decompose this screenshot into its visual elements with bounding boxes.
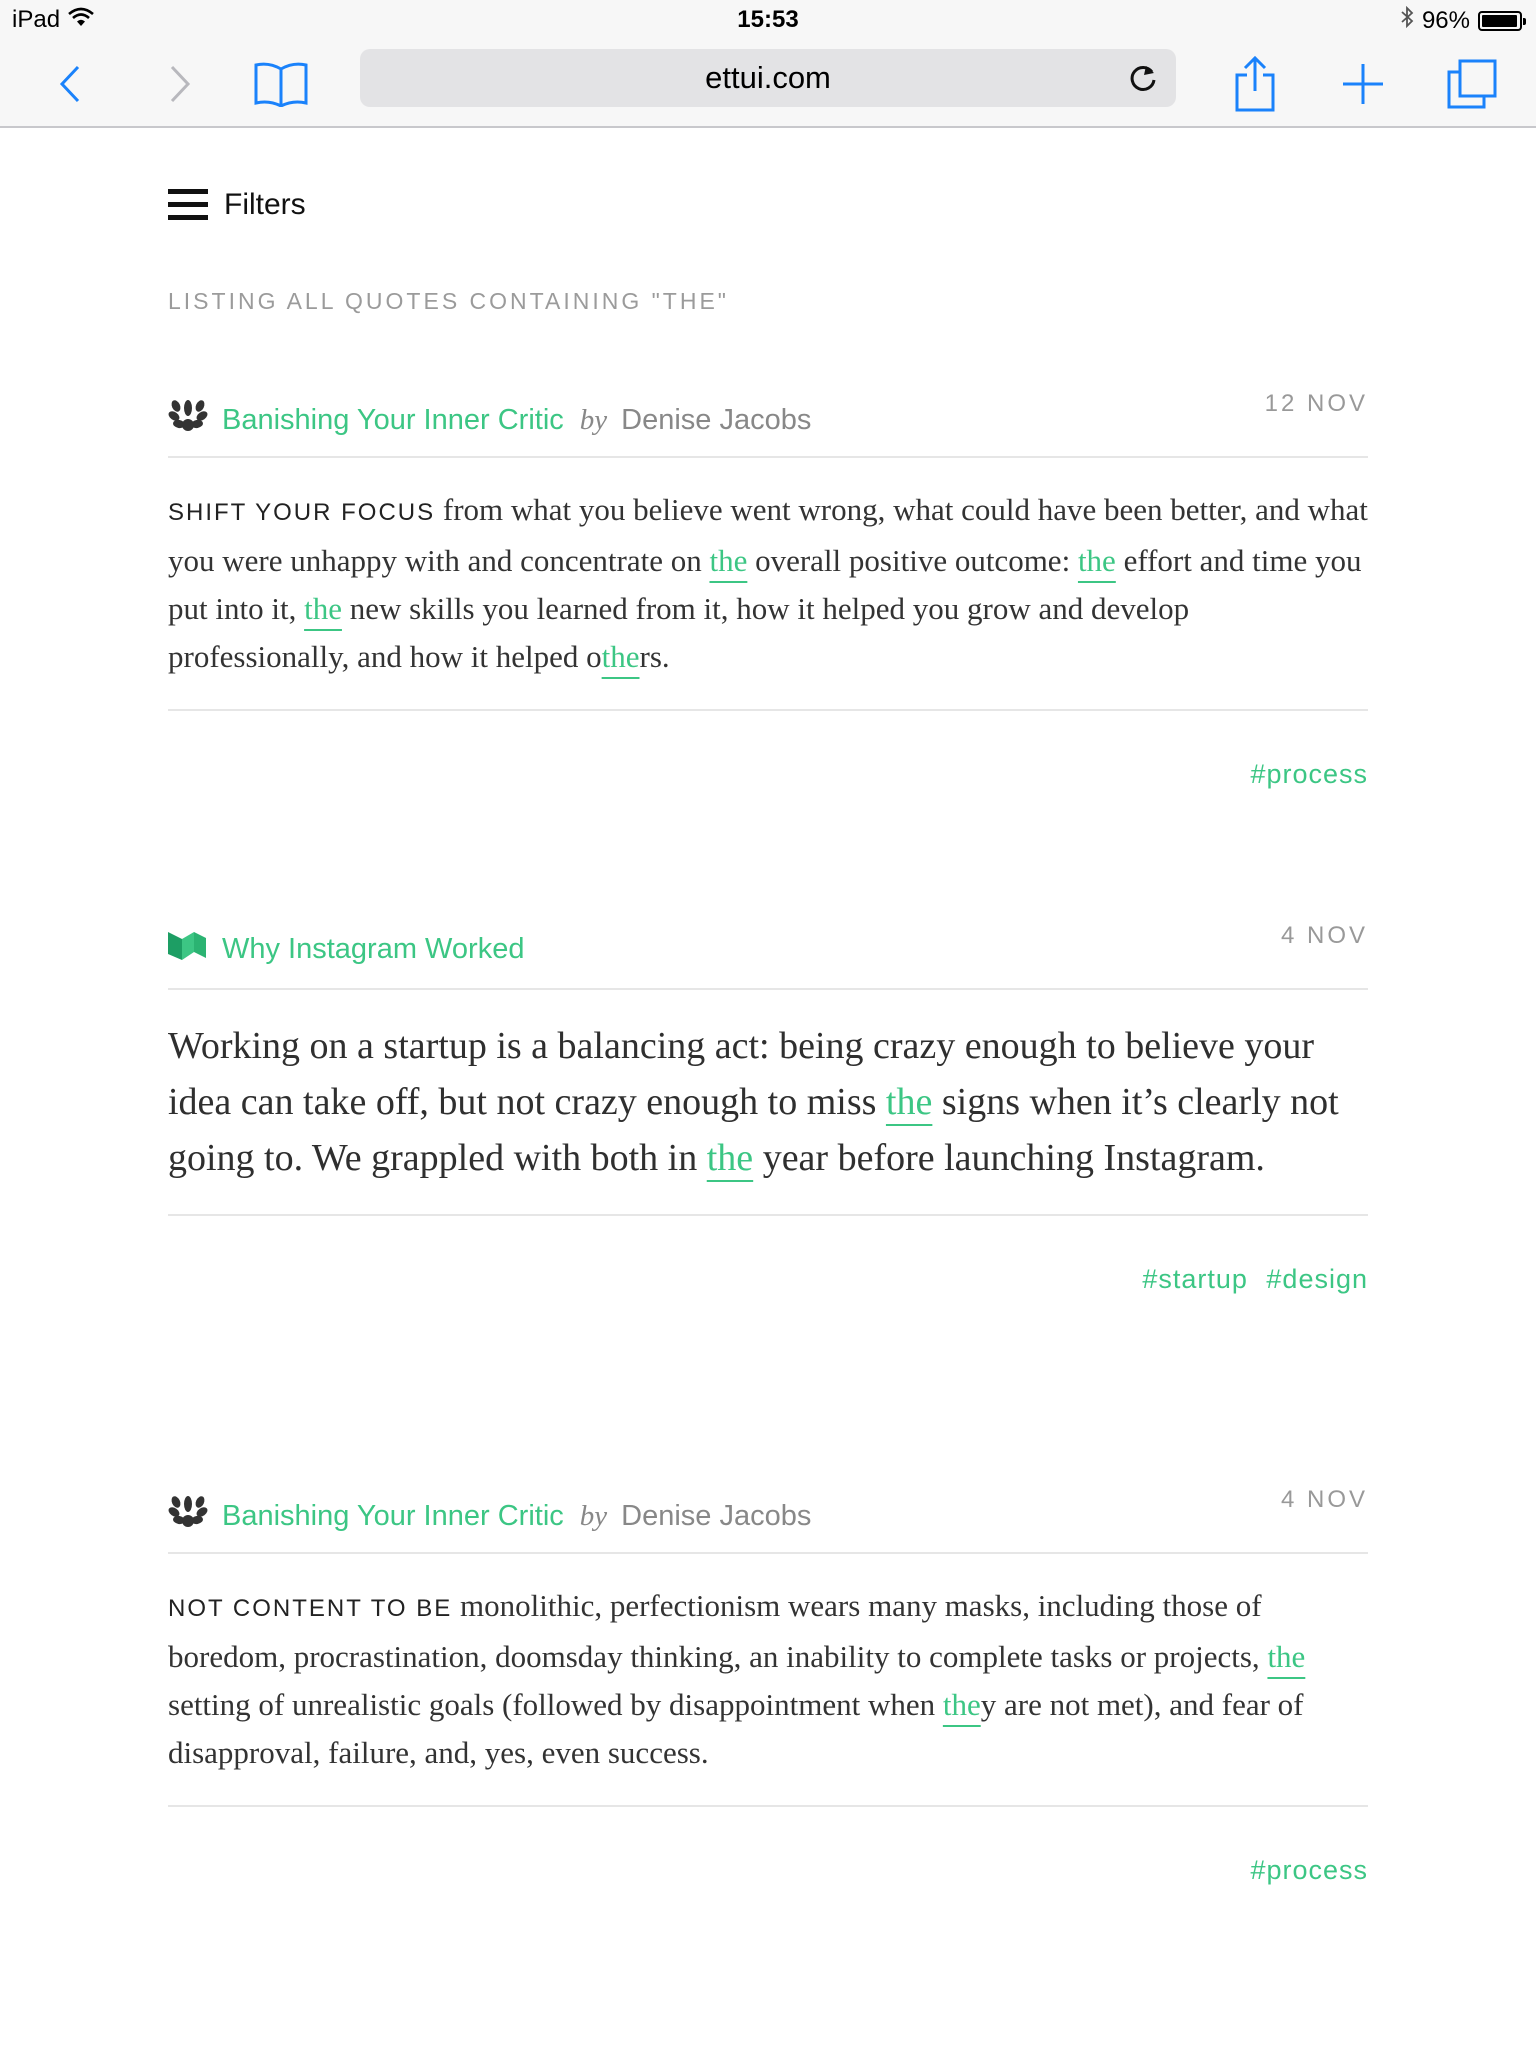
menu-icon — [168, 189, 208, 221]
author-name: Denise Jacobs — [621, 1499, 812, 1532]
battery-icon — [1478, 10, 1526, 31]
highlight-match: the — [601, 639, 640, 674]
battery-fill — [1482, 14, 1517, 27]
quote-date: 4 NOV — [1280, 1486, 1368, 1513]
author-name: Denise Jacobs — [621, 403, 812, 436]
source-title-link[interactable]: Why Instagram Worked — [222, 933, 524, 966]
quote-date: 4 NOV — [1280, 922, 1368, 949]
quote-segment: overall positive outcome: — [747, 543, 1078, 578]
medium-icon — [168, 930, 208, 968]
chevron-right-icon[interactable] — [160, 40, 200, 128]
source-title-link[interactable]: Banishing Your Inner Critic — [222, 404, 564, 437]
bluetooth-icon — [1400, 5, 1414, 35]
tag-list: #process — [168, 1855, 1368, 1886]
highlight-match: the — [709, 543, 748, 578]
quote-segment: rs. — [639, 639, 670, 674]
byline-word: by — [579, 1499, 608, 1532]
battery-percent: 96% — [1421, 6, 1470, 34]
filters-button[interactable]: Filters — [168, 188, 306, 222]
quote-header: Banishing Your Inner Critic by Denise Ja… — [168, 378, 1368, 458]
tag-link[interactable]: #design — [1266, 1264, 1368, 1294]
quote-header: Why Instagram Worked 4 NOV — [168, 910, 1368, 990]
quote-card: Why Instagram Worked 4 NOV Working on a … — [168, 910, 1368, 1295]
book-icon[interactable] — [252, 40, 310, 128]
quote-text: NOT CONTENT TO BE monolithic, perfection… — [168, 1554, 1368, 1807]
quote-card: Banishing Your Inner Critic by Denise Ja… — [168, 378, 1368, 790]
address-bar[interactable]: ettui.com — [360, 49, 1176, 107]
byline-word: by — [579, 403, 608, 436]
laurel-icon — [168, 398, 208, 442]
tag-link[interactable]: #process — [1250, 1855, 1368, 1885]
url-text: ettui.com — [705, 60, 831, 95]
quote-source: Banishing Your Inner Critic by Denise Ja… — [168, 1494, 811, 1538]
quote-lead: NOT CONTENT TO BE — [168, 1595, 453, 1622]
status-bar: iPad 15:53 96% — [0, 0, 1536, 40]
tag-list: #process — [168, 759, 1368, 790]
highlight-match: the — [1077, 543, 1116, 578]
quote-text: Working on a startup is a balancing act:… — [168, 990, 1368, 1216]
chevron-left-icon[interactable] — [50, 40, 90, 128]
tabs-icon[interactable] — [1444, 40, 1500, 128]
quote-source: Why Instagram Worked — [168, 930, 524, 968]
quote-lead: SHIFT YOUR FOCUS — [168, 499, 436, 526]
clock: 15:53 — [737, 6, 799, 33]
quote-header: Banishing Your Inner Critic by Denise Ja… — [168, 1474, 1368, 1554]
highlight-match: the — [885, 1081, 933, 1123]
share-icon[interactable] — [1230, 40, 1280, 128]
quote-segment: setting of unrealistic goals (followed b… — [168, 1687, 943, 1722]
quote-card: Banishing Your Inner Critic by Denise Ja… — [168, 1474, 1368, 1886]
tag-list: #startup #design — [168, 1264, 1368, 1295]
source-title-link[interactable]: Banishing Your Inner Critic — [222, 1500, 564, 1533]
highlight-match: the — [706, 1137, 754, 1179]
quote-date: 12 NOV — [1264, 390, 1368, 417]
highlight-match: the — [304, 591, 342, 626]
filters-label: Filters — [224, 188, 306, 221]
tag-link[interactable]: #startup — [1142, 1264, 1248, 1294]
highlight-match: the — [942, 1687, 981, 1722]
reload-icon[interactable] — [1122, 57, 1164, 99]
tag-link[interactable]: #process — [1250, 759, 1368, 789]
listing-heading: LISTING ALL QUOTES CONTAINING "THE" — [168, 288, 729, 314]
quote-segment: year before launching Instagram. — [753, 1137, 1265, 1179]
quote-source: Banishing Your Inner Critic by Denise Ja… — [168, 398, 811, 442]
browser-toolbar: ettui.com — [0, 40, 1536, 128]
laurel-icon — [168, 1494, 208, 1538]
plus-icon[interactable] — [1338, 40, 1388, 128]
quote-text: SHIFT YOUR FOCUS from what you believe w… — [168, 458, 1368, 711]
highlight-match: the — [1267, 1639, 1306, 1674]
